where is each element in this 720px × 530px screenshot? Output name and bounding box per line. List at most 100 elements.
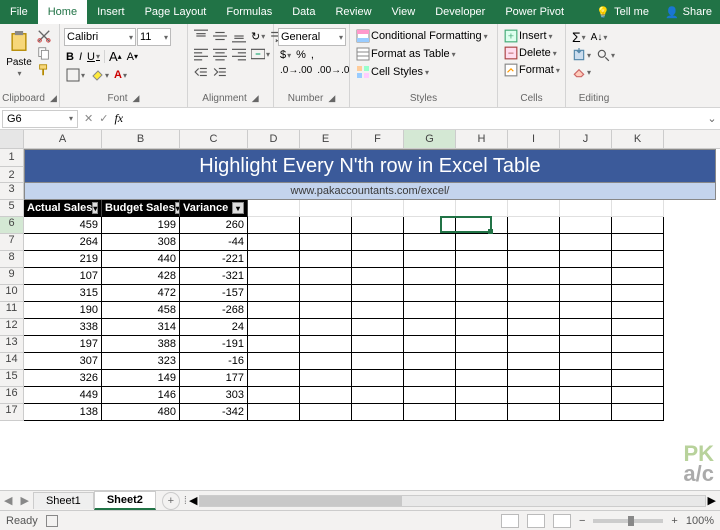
cell[interactable] [560,217,612,234]
cell[interactable] [612,353,664,370]
comma-format-button[interactable]: , [309,48,316,62]
cell[interactable] [508,370,560,387]
tab-insert[interactable]: Insert [87,0,135,24]
select-all-button[interactable] [0,130,24,148]
cell[interactable] [248,404,300,421]
worksheet-grid[interactable]: A B C D E F G H I J K 12 Highlight Every… [0,130,720,490]
cell[interactable] [300,353,352,370]
cell[interactable] [404,387,456,404]
tab-formulas[interactable]: Formulas [216,0,282,24]
col-header-I[interactable]: I [508,130,560,148]
cell[interactable]: 264 [24,234,102,251]
cell[interactable]: 190 [24,302,102,319]
cell[interactable] [612,387,664,404]
cell[interactable] [508,268,560,285]
tab-developer[interactable]: Developer [425,0,495,24]
cell[interactable]: 428 [102,268,180,285]
cell[interactable]: 323 [102,353,180,370]
cell[interactable] [456,302,508,319]
bold-button[interactable]: B [64,50,76,64]
cell[interactable] [560,234,612,251]
cell[interactable] [404,217,456,234]
borders-button[interactable]: ▾ [64,67,87,83]
cell[interactable] [508,217,560,234]
cell[interactable]: 440 [102,251,180,268]
cell[interactable] [508,234,560,251]
cell[interactable]: -157 [180,285,248,302]
cell[interactable] [612,404,664,421]
cell[interactable]: 149 [102,370,180,387]
cell[interactable] [612,370,664,387]
cell[interactable] [560,251,612,268]
cell[interactable]: 177 [180,370,248,387]
cell[interactable] [352,285,404,302]
cell[interactable] [352,353,404,370]
row-header-12[interactable]: 12 [0,319,24,336]
delete-cells-button[interactable]: −Delete▾ [502,45,559,61]
cell[interactable] [248,319,300,336]
cell-styles-button[interactable]: Cell Styles▾ [354,64,493,80]
cell[interactable] [456,387,508,404]
cell[interactable] [248,370,300,387]
copy-button[interactable] [35,45,53,61]
cell[interactable] [560,285,612,302]
table-header-variance[interactable]: Variance▾ [180,200,248,217]
macro-record-icon[interactable] [46,515,58,527]
row-header-6[interactable]: 6 [0,217,24,234]
row-header-14[interactable]: 14 [0,353,24,370]
cell[interactable] [300,285,352,302]
enter-formula-button[interactable]: ✓ [99,112,108,125]
row-header-15[interactable]: 15 [0,370,24,387]
normal-view-button[interactable] [501,514,519,528]
cell[interactable] [560,387,612,404]
cell[interactable]: -44 [180,234,248,251]
cell[interactable] [352,234,404,251]
cell[interactable]: -342 [180,404,248,421]
col-header-K[interactable]: K [612,130,664,148]
cell[interactable] [300,387,352,404]
cell[interactable] [352,217,404,234]
decrease-font-button[interactable]: A▾ [125,50,140,64]
cell[interactable]: 338 [24,319,102,336]
accounting-format-button[interactable]: $▾ [278,48,293,62]
row-header-17[interactable]: 17 [0,404,24,421]
page-break-view-button[interactable] [553,514,571,528]
chevron-down-icon[interactable]: ▾ [17,69,21,78]
subtitle-cell[interactable]: www.pakaccountants.com/excel/ [24,183,716,200]
cell[interactable] [560,200,612,217]
cell[interactable] [508,387,560,404]
cell[interactable] [404,251,456,268]
format-painter-button[interactable] [35,62,53,78]
cell[interactable]: 458 [102,302,180,319]
align-left-button[interactable] [192,46,210,62]
cell[interactable]: 197 [24,336,102,353]
cell[interactable] [300,319,352,336]
clear-button[interactable]: ▾ [570,64,593,80]
cell[interactable]: -268 [180,302,248,319]
cell[interactable] [456,370,508,387]
italic-button[interactable]: I [77,50,84,64]
cell[interactable] [300,200,352,217]
title-cell[interactable]: Highlight Every N'th row in Excel Table [24,149,716,183]
new-sheet-button[interactable]: + [162,492,180,510]
col-header-C[interactable]: C [180,130,248,148]
cell[interactable] [560,268,612,285]
cell[interactable]: 219 [24,251,102,268]
zoom-in-button[interactable]: + [671,515,677,527]
cell[interactable] [248,387,300,404]
cell[interactable]: -16 [180,353,248,370]
sort-filter-button[interactable]: A↓▾ [589,31,610,44]
decrease-decimal-button[interactable]: .00→.0 [315,64,351,77]
percent-format-button[interactable]: % [294,48,308,62]
cell[interactable] [352,336,404,353]
tab-home[interactable]: Home [38,0,87,24]
zoom-out-button[interactable]: − [579,515,585,527]
tab-data[interactable]: Data [282,0,325,24]
zoom-level[interactable]: 100% [686,515,714,527]
cell[interactable] [456,200,508,217]
cell[interactable] [300,251,352,268]
cell[interactable] [508,404,560,421]
sheet-tab-sheet2[interactable]: Sheet2 [94,491,156,510]
increase-font-button[interactable]: A▴ [107,48,124,65]
cell[interactable] [456,353,508,370]
